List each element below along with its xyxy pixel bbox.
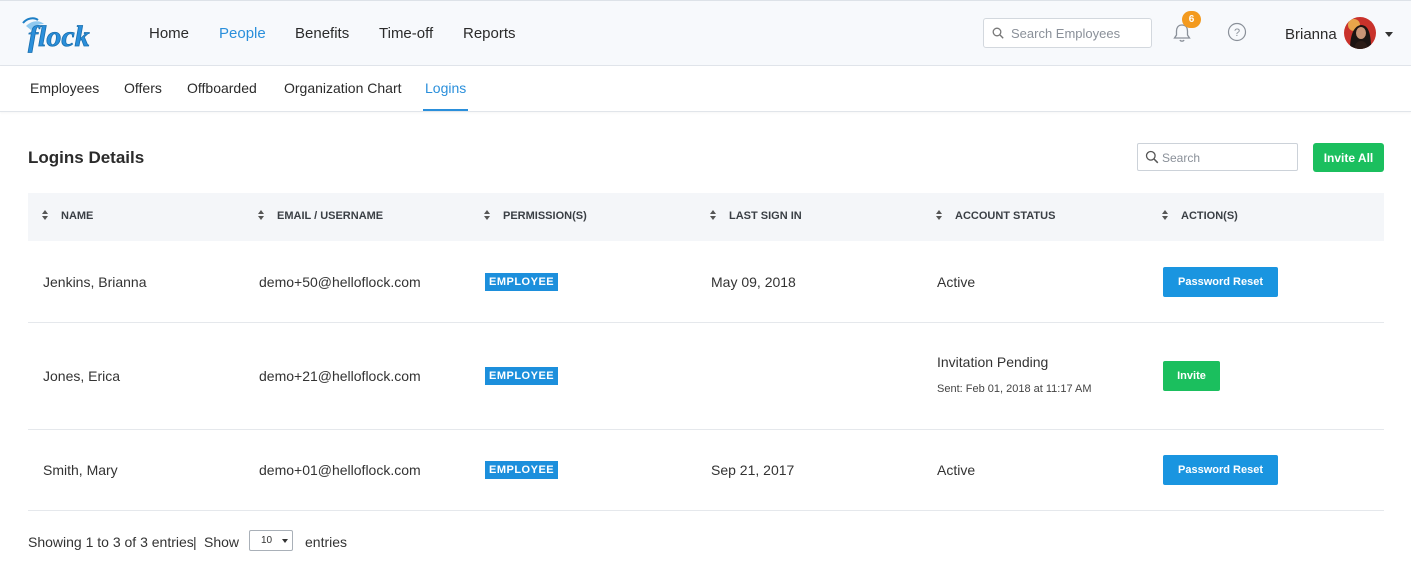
- cell-last-sign-in: May 09, 2018: [711, 274, 796, 290]
- cell-email: demo+21@helloflock.com: [259, 368, 421, 384]
- entries-summary: Showing 1 to 3 of 3 entries: [28, 534, 194, 550]
- table-row: Smith, Mary demo+01@helloflock.com EMPLO…: [28, 430, 1384, 511]
- nav-reports[interactable]: Reports: [463, 25, 516, 42]
- employee-search[interactable]: [983, 18, 1152, 48]
- avatar[interactable]: [1344, 17, 1376, 49]
- sub-nav: Employees Offers Offboarded Organization…: [0, 66, 1411, 112]
- user-name[interactable]: Brianna: [1285, 26, 1337, 43]
- tab-organization-chart[interactable]: Organization Chart: [284, 80, 402, 96]
- employee-search-input[interactable]: [1011, 24, 1147, 43]
- help-icon[interactable]: ?: [1227, 22, 1247, 42]
- cell-status: Invitation Pending: [937, 354, 1049, 370]
- svg-text:?: ?: [1234, 27, 1240, 39]
- chevron-down-icon: [282, 539, 288, 543]
- tab-offers[interactable]: Offers: [124, 80, 162, 96]
- nav-time-off[interactable]: Time-off: [379, 25, 433, 42]
- tab-employees[interactable]: Employees: [30, 80, 99, 96]
- sort-icon: [1162, 210, 1168, 220]
- page-title: Logins Details: [28, 148, 145, 167]
- nav-home[interactable]: Home: [149, 25, 189, 42]
- search-icon: [1145, 150, 1159, 164]
- cell-name: Jones, Erica: [43, 368, 121, 384]
- cell-status: Active: [937, 274, 976, 290]
- table-row: Jenkins, Brianna demo+50@helloflock.com …: [28, 241, 1384, 323]
- password-reset-button[interactable]: Password Reset: [1163, 267, 1278, 297]
- table-search-input[interactable]: [1162, 149, 1292, 166]
- tab-logins[interactable]: Logins: [425, 80, 466, 96]
- column-label: PERMISSION(S): [503, 210, 587, 222]
- column-label: ACCOUNT STATUS: [955, 210, 1056, 222]
- sort-icon: [484, 210, 490, 220]
- table-search[interactable]: [1137, 143, 1298, 171]
- footer-separator: |: [193, 534, 197, 550]
- top-header: flock Home People Benefits Time-off Repo…: [0, 0, 1411, 66]
- search-icon: [992, 27, 1004, 39]
- cell-last-sign-in: Sep 21, 2017: [711, 462, 795, 478]
- cell-status: Active: [937, 462, 976, 478]
- notification-badge: 6: [1182, 11, 1201, 28]
- column-header-name[interactable]: NAME: [42, 210, 93, 222]
- column-header-account-status[interactable]: ACCOUNT STATUS: [936, 210, 1055, 222]
- tab-offboarded[interactable]: Offboarded: [187, 80, 257, 96]
- sort-icon: [936, 210, 942, 220]
- chevron-down-icon[interactable]: [1385, 32, 1393, 37]
- entries-label: entries: [305, 534, 348, 550]
- nav-people[interactable]: People: [219, 25, 266, 42]
- invite-all-button[interactable]: Invite All: [1313, 143, 1384, 172]
- column-header-permissions[interactable]: PERMISSION(S): [484, 210, 587, 222]
- cell-name: Smith, Mary: [43, 462, 118, 478]
- column-label: NAME: [61, 210, 94, 222]
- flock-logo[interactable]: flock: [18, 12, 104, 56]
- column-header-email[interactable]: EMAIL / USERNAME: [258, 210, 383, 222]
- svg-text:flock: flock: [28, 20, 90, 53]
- invite-button[interactable]: Invite: [1163, 361, 1220, 391]
- sort-icon: [710, 210, 716, 220]
- page-size-value: 10: [261, 535, 273, 546]
- table-row: Jones, Erica demo+21@helloflock.com EMPL…: [28, 323, 1384, 430]
- nav-benefits[interactable]: Benefits: [295, 25, 349, 42]
- sort-icon: [42, 210, 48, 220]
- cell-name: Jenkins, Brianna: [43, 274, 147, 290]
- column-label: EMAIL / USERNAME: [277, 210, 384, 222]
- column-label: ACTION(S): [1181, 210, 1238, 222]
- permission-badge: EMPLOYEE: [485, 367, 559, 385]
- cell-email: demo+50@helloflock.com: [259, 274, 421, 290]
- invitation-sent-note: Sent: Feb 01, 2018 at 11:17 AM: [937, 383, 1092, 395]
- password-reset-button[interactable]: Password Reset: [1163, 455, 1278, 485]
- column-header-last-sign-in[interactable]: LAST SIGN IN: [710, 210, 802, 222]
- sort-icon: [258, 210, 264, 220]
- show-label: Show: [204, 534, 240, 550]
- table-header: NAME EMAIL / USERNAME PERMISSION(S) LAST…: [28, 193, 1384, 241]
- permission-badge: EMPLOYEE: [485, 273, 559, 291]
- permission-badge: EMPLOYEE: [485, 461, 559, 479]
- page-size-select[interactable]: 10: [249, 530, 293, 551]
- column-header-actions[interactable]: ACTION(S): [1162, 210, 1238, 222]
- cell-email: demo+01@helloflock.com: [259, 462, 421, 478]
- active-tab-indicator: [423, 109, 468, 111]
- column-label: LAST SIGN IN: [729, 210, 802, 222]
